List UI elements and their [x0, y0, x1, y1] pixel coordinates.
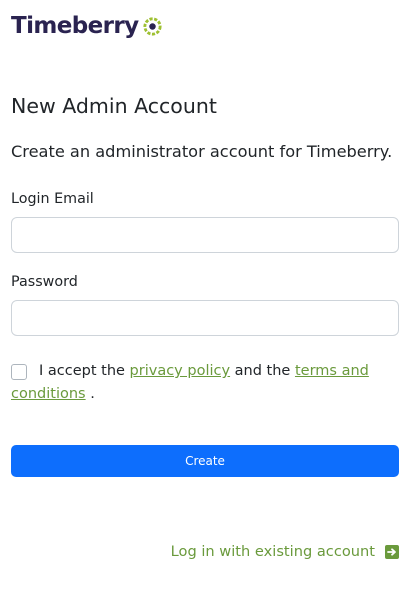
brand-logo: Timeberry [11, 12, 163, 40]
privacy-policy-link[interactable]: privacy policy [130, 363, 231, 379]
brand-name: Timeberry [11, 13, 139, 39]
consent-text: I accept the privacy policy and the term… [11, 360, 391, 406]
page-title: New Admin Account [11, 94, 217, 118]
login-link-label: Log in with existing account [170, 543, 375, 560]
password-field[interactable] [11, 300, 399, 336]
arrow-right-square-icon [385, 545, 399, 559]
timeberry-ring-logo-icon [143, 17, 163, 36]
email-field[interactable] [11, 217, 399, 253]
create-button[interactable]: Create [11, 445, 399, 477]
email-label: Login Email [11, 191, 94, 207]
page-subtitle: Create an administrator account for Time… [11, 142, 393, 161]
consent-middle: and the [234, 363, 291, 379]
password-label: Password [11, 274, 78, 290]
login-existing-account-link[interactable]: Log in with existing account [171, 542, 399, 562]
consent-suffix: . [90, 386, 95, 402]
consent-prefix: I accept the [39, 363, 125, 379]
